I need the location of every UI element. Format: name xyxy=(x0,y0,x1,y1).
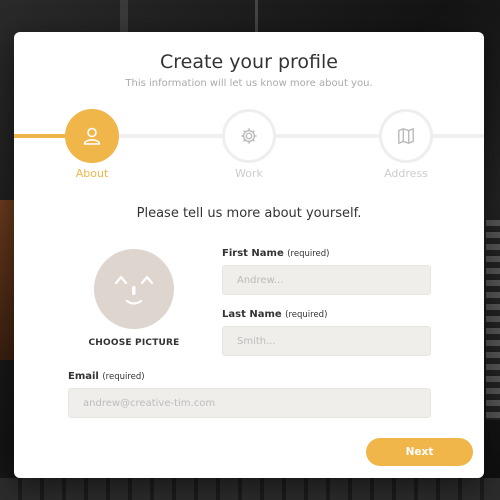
page-subtitle: This information will let us know more a… xyxy=(125,78,373,89)
form-prompt: Please tell us more about yourself. xyxy=(136,206,362,221)
first-name-label-text: First Name xyxy=(222,248,284,259)
step-work[interactable]: Work xyxy=(209,109,289,180)
step-work-label: Work xyxy=(235,167,263,180)
step-about-circle[interactable] xyxy=(65,109,119,163)
avatar-picker[interactable] xyxy=(94,249,174,329)
last-name-required: (required) xyxy=(285,310,328,320)
first-name-input[interactable] xyxy=(222,265,431,295)
first-name-required: (required) xyxy=(287,249,330,259)
map-icon xyxy=(398,128,414,144)
step-address-circle[interactable] xyxy=(379,109,433,163)
step-work-circle[interactable] xyxy=(222,109,276,163)
email-required: (required) xyxy=(102,372,145,382)
last-name-label: Last Name (required) xyxy=(222,309,327,320)
smiley-face-icon xyxy=(114,275,154,305)
email-label: Email (required) xyxy=(68,371,145,382)
step-about-label: About xyxy=(75,167,109,180)
email-label-text: Email xyxy=(68,371,99,382)
step-about[interactable]: About xyxy=(52,109,132,180)
last-name-input[interactable] xyxy=(222,326,431,356)
gear-icon xyxy=(241,128,257,144)
page-title: Create your profile xyxy=(160,51,338,73)
next-button[interactable]: Next xyxy=(366,438,473,466)
choose-picture-label[interactable]: CHOOSE PICTURE xyxy=(74,338,194,348)
email-input[interactable] xyxy=(68,388,431,418)
step-address[interactable]: Address xyxy=(366,109,446,180)
step-address-label: Address xyxy=(384,167,428,180)
user-icon xyxy=(83,127,101,145)
wizard-card: Create your profile This information wil… xyxy=(14,32,484,478)
first-name-label: First Name (required) xyxy=(222,248,329,259)
last-name-label-text: Last Name xyxy=(222,309,282,320)
